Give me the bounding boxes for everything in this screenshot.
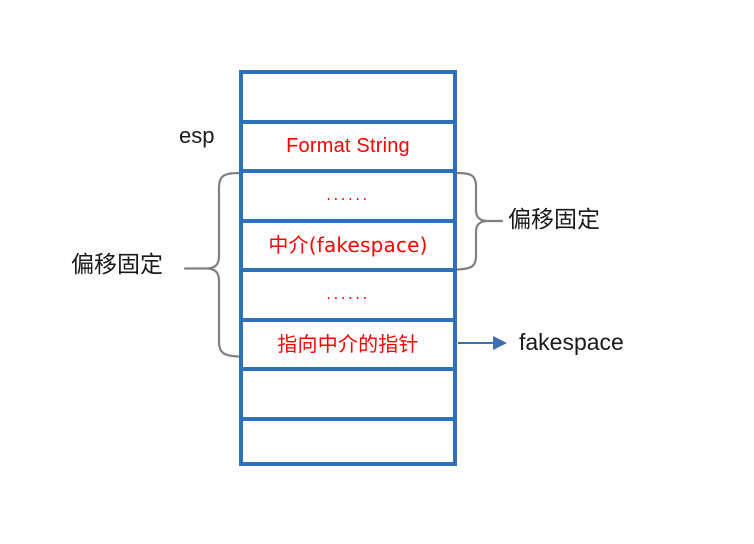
stack-cell-label-1: Format String [286, 135, 410, 158]
right-offset-label: 偏移固定 [508, 207, 600, 233]
stack-row: Format String [243, 124, 453, 173]
diagram-canvas: Format String ...... 中介(fakespace) .....… [0, 0, 754, 544]
stack-row: 中介(fakespace) [243, 223, 453, 272]
stack-row [243, 421, 453, 471]
stack-row [243, 371, 453, 421]
stack-table: Format String ...... 中介(fakespace) .....… [239, 70, 457, 466]
right-brace [455, 171, 488, 271]
stack-cell-ellipsis-2: ...... [326, 186, 370, 205]
stack-cell-ellipsis-4: ...... [326, 285, 370, 304]
left-offset-label: 偏移固定 [71, 252, 163, 278]
stack-row: ...... [243, 173, 453, 223]
stack-cell-label-5: 指向中介的指针 [277, 332, 419, 357]
stack-row: ...... [243, 272, 453, 322]
stack-row: 指向中介的指针 [243, 322, 453, 371]
stack-row [243, 74, 453, 124]
stack-cell-label-3: 中介(fakespace) [268, 233, 428, 258]
left-brace [206, 171, 241, 358]
esp-label: esp [179, 123, 215, 148]
fakespace-label: fakespace [519, 329, 624, 355]
